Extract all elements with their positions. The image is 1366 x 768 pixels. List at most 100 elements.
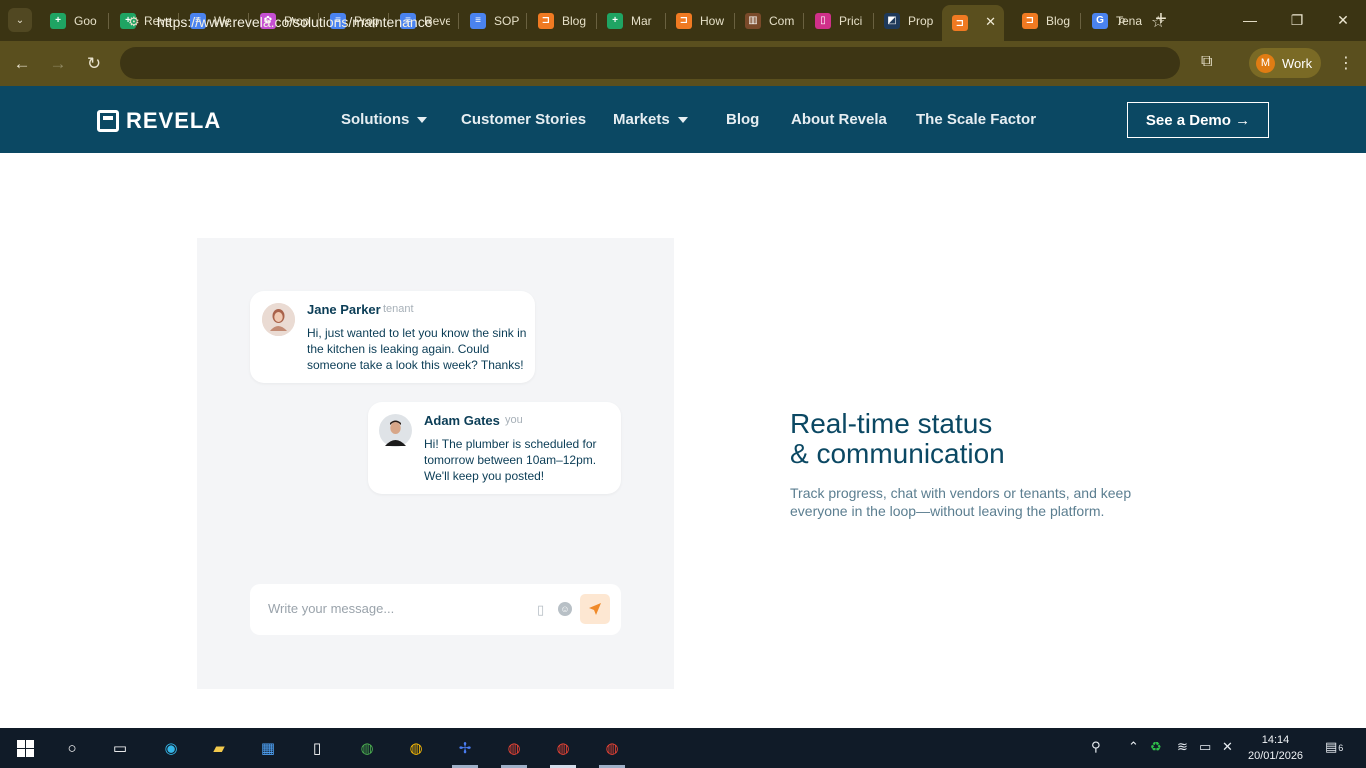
store-icon[interactable]: ▦	[257, 737, 279, 759]
wifi-icon[interactable]: ≋	[1177, 739, 1188, 755]
tab-favicon-icon: ⊐	[538, 12, 554, 29]
reload-icon[interactable]: ↻	[82, 52, 106, 76]
emoji-icon[interactable]: ☺	[558, 602, 572, 616]
avatar-jane-parker	[262, 303, 295, 336]
edge-icon[interactable]: ◉	[160, 737, 182, 759]
tab-favicon-icon: +	[607, 12, 623, 29]
chrome-icon[interactable]: ◍	[405, 737, 427, 759]
message-input[interactable]: Write your message...	[268, 601, 394, 616]
tab-title: Prop	[908, 13, 934, 28]
tab-separator	[803, 13, 804, 29]
tab-search-button[interactable]: ⌄	[8, 8, 32, 32]
zoom-icon[interactable]: ⌕	[1118, 12, 1127, 30]
browser-tab[interactable]: ▯ Prici	[805, 6, 873, 35]
back-icon[interactable]: ←	[10, 52, 34, 76]
message-role: tenant	[383, 303, 414, 315]
forward-icon[interactable]: →	[46, 52, 70, 76]
browser-tab[interactable]: + Goo	[40, 6, 108, 35]
nav-item-the-scale-factor[interactable]: The Scale Factor	[916, 111, 1036, 128]
close-window-icon[interactable]: ✕	[1328, 8, 1358, 32]
site-info-icon[interactable]: ⚙	[128, 14, 140, 30]
clock[interactable]: 14:14 20/01/2026	[1248, 732, 1303, 764]
file-explorer-icon[interactable]: ▰	[208, 737, 230, 759]
browser-tab[interactable]: G Tena	[1082, 6, 1150, 35]
task-view-icon[interactable]: ▭	[109, 737, 131, 759]
feature-description: Track progress, chat with vendors or ten…	[790, 485, 1132, 519]
notepad-icon[interactable]: ▯	[306, 737, 328, 759]
browser-tab[interactable]: ⊐ Blog	[1012, 6, 1080, 35]
nav-item-label: Solutions	[341, 111, 410, 128]
chrome-work-icon[interactable]: ◍	[552, 737, 574, 759]
search-icon[interactable]: ○	[61, 737, 83, 759]
nav-item-blog[interactable]: Blog	[726, 111, 759, 128]
message-role: you	[505, 414, 523, 426]
attachment-icon[interactable]: ▯	[537, 602, 544, 618]
tab-title: Mar	[631, 13, 652, 28]
volume-mute-icon[interactable]: ✕	[1222, 739, 1233, 755]
notification-icon[interactable]: ▤6	[1325, 739, 1343, 755]
chrome-profile-icon[interactable]: ◍	[601, 737, 623, 759]
profile-label: Work	[1282, 55, 1313, 71]
notification-count: 6	[1338, 743, 1344, 753]
recycle-icon[interactable]: ♻	[1150, 739, 1162, 755]
tab-favicon-icon: ◩	[884, 12, 900, 29]
avatar-adam-gates	[379, 414, 412, 447]
extensions-icon[interactable]: ⧉	[1201, 53, 1212, 71]
address-bar[interactable]	[120, 47, 1180, 79]
nav-item-about-revela[interactable]: About Revela	[791, 111, 887, 128]
chevron-down-icon	[677, 117, 688, 124]
tab-close-icon[interactable]: ✕	[985, 14, 996, 30]
feature-title: Real-time status & communication	[790, 408, 1005, 469]
send-icon	[589, 603, 601, 615]
browser-tab[interactable]: ⊐ How	[666, 6, 734, 35]
browser-toolbar: ← → ↻	[0, 41, 1366, 86]
bookmark-star-icon[interactable]: ☆	[1151, 12, 1165, 32]
clock-date: 20/01/2026	[1248, 750, 1304, 762]
tab-separator	[108, 13, 109, 29]
tab-title: Blog	[562, 13, 587, 28]
tab-separator	[458, 13, 459, 29]
battery-icon[interactable]: ▭	[1199, 739, 1211, 755]
chevron-up-icon[interactable]: ⌃	[1128, 739, 1139, 755]
chrome-profile-icon[interactable]: ◍	[503, 737, 525, 759]
browser-tab[interactable]: ⊐ ✕	[942, 5, 1004, 41]
clock-time: 14:14	[1261, 734, 1290, 746]
nav-item-label: Blog	[726, 111, 760, 128]
url-text[interactable]: https://www.revela.co/solutions/maintena…	[157, 14, 432, 30]
tab-title: Blog	[1046, 13, 1071, 28]
people-icon[interactable]: ⚲	[1091, 739, 1101, 755]
browser-tab[interactable]: ◩ Prop	[874, 6, 940, 35]
app-icon[interactable]: ✢	[454, 737, 476, 759]
restore-icon[interactable]: ❐	[1282, 8, 1312, 32]
browser-tab[interactable]: + Mar	[597, 6, 665, 35]
message-author: Jane Parker	[307, 302, 381, 317]
tab-favicon-icon: ⊐	[676, 12, 692, 29]
chrome-icon[interactable]: ◍	[356, 737, 378, 759]
nav-item-markets[interactable]: Markets	[613, 111, 688, 128]
chevron-down-icon	[417, 117, 428, 124]
tab-favicon-icon: G	[1092, 12, 1108, 29]
menu-icon[interactable]: ⋮	[1338, 53, 1354, 73]
message-author: Adam Gates	[424, 413, 500, 428]
windows-start-icon[interactable]	[14, 737, 36, 759]
browser-tab[interactable]: ▥ Com	[735, 6, 803, 35]
nav-item-label: The Scale Factor	[916, 111, 1037, 128]
tab-separator	[1080, 13, 1081, 29]
site-logo[interactable]: REVELA	[97, 108, 221, 134]
profile-button[interactable]: M Work	[1249, 48, 1321, 78]
nav-item-solutions[interactable]: Solutions	[341, 111, 428, 128]
browser-tab[interactable]: ⊐ Blog	[528, 6, 596, 35]
browser-tab[interactable]: ≡ SOP	[460, 6, 526, 35]
tab-favicon-icon: ≡	[470, 12, 486, 29]
see-demo-button[interactable]: See a Demo →	[1127, 102, 1269, 138]
tab-favicon-icon: ▯	[815, 12, 831, 29]
minimize-icon[interactable]: —	[1235, 8, 1265, 32]
nav-item-label: About Revela	[791, 111, 887, 128]
profile-avatar: M	[1256, 53, 1275, 73]
tab-title: Prici	[839, 13, 863, 28]
nav-item-customer-stories[interactable]: Customer Stories	[461, 111, 586, 128]
tab-title: Goo	[74, 13, 97, 28]
send-button[interactable]	[580, 594, 610, 624]
tab-favicon-icon: ⊐	[952, 15, 968, 31]
nav-item-label: Customer Stories	[461, 111, 587, 128]
